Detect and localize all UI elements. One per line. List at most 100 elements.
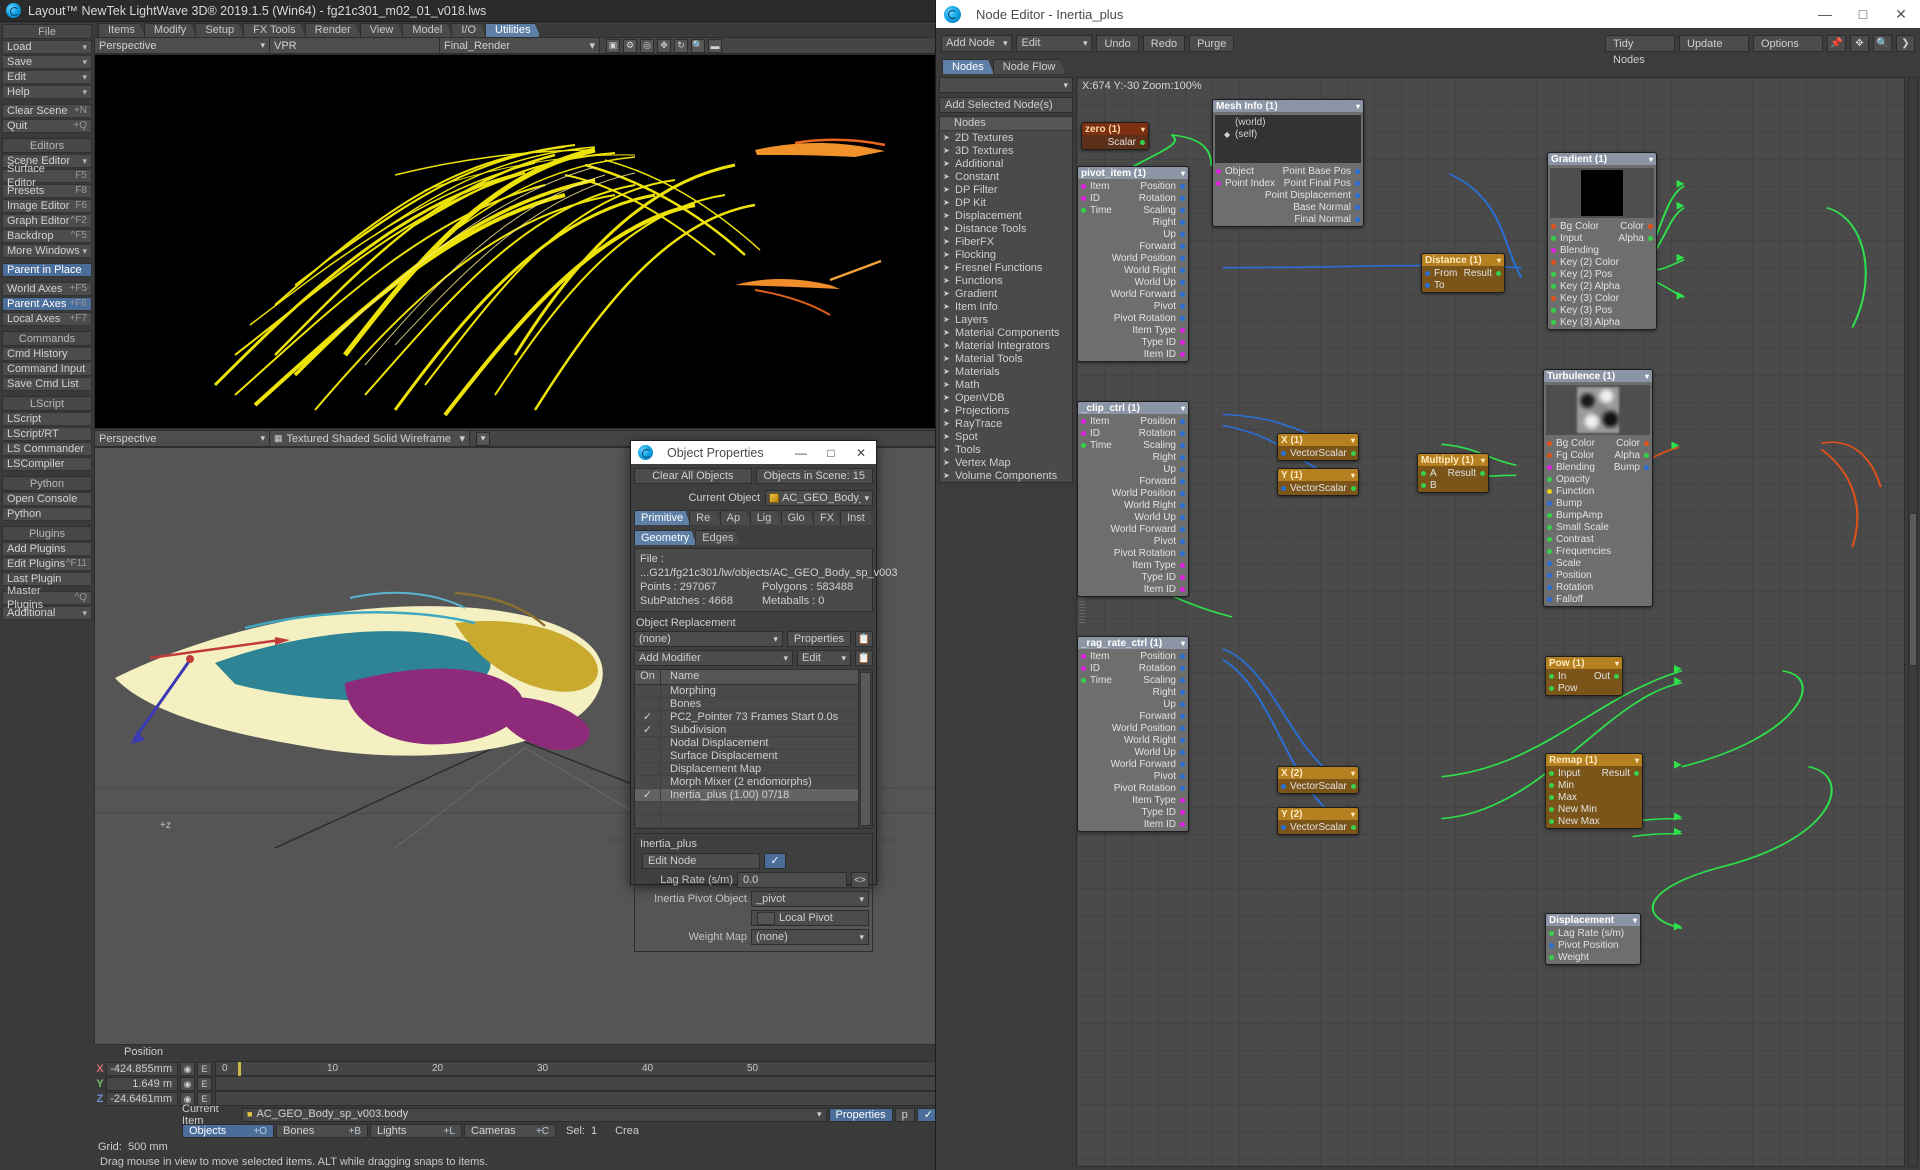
axis-key-icon[interactable]: ◉ — [180, 1076, 195, 1091]
timeline-track[interactable] — [215, 1091, 940, 1106]
menu-tab-view[interactable]: View — [360, 23, 404, 37]
axis-value-y[interactable]: 1.649 m — [106, 1076, 178, 1091]
node-port-id[interactable]: ID — [1081, 663, 1100, 674]
node-header[interactable]: Distance (1) ▾ — [1422, 254, 1504, 266]
zoom-icon[interactable]: 🔍 — [691, 38, 705, 53]
node-port-world-forward[interactable]: World Forward — [1078, 523, 1188, 535]
node-port-scalar[interactable]: Scalar — [1318, 448, 1356, 459]
maximize-button[interactable]: □ — [816, 441, 846, 464]
obj-tab-re-[interactable]: Re ... — [689, 510, 720, 525]
node-category-distance-tools[interactable]: ➤ Distance Tools — [940, 222, 1072, 235]
node-port-scalar[interactable]: Scalar — [1318, 483, 1356, 494]
menu-tab-render[interactable]: Render — [305, 23, 361, 37]
node-port-position[interactable]: Position — [1544, 569, 1652, 581]
graph-node-zero[interactable]: zero (1) ▾ Scalar — [1081, 122, 1149, 150]
gear-icon[interactable]: ⚙ — [623, 38, 637, 53]
sidebar-item-more-windows[interactable]: More Windows ▾ — [2, 244, 92, 258]
node-category-material-integrators[interactable]: ➤ Material Integrators — [940, 339, 1072, 352]
node-port-pivot-position[interactable]: Pivot Position — [1546, 939, 1640, 951]
node-category-flocking[interactable]: ➤ Flocking — [940, 248, 1072, 261]
sidebar-item-surface-editor[interactable]: Surface Editor F5 — [2, 163, 92, 189]
axis-envelope-icon[interactable]: E — [197, 1061, 212, 1076]
node-port-lag-rate-s-m-[interactable]: Lag Rate (s/m) — [1546, 927, 1640, 939]
node-port-scalar[interactable]: Scalar — [1318, 822, 1356, 833]
modifier-enabled-checkbox[interactable] — [635, 750, 661, 762]
obj-subtab-geometry[interactable]: Geometry — [634, 530, 696, 545]
viewport-top-render[interactable] — [94, 54, 940, 429]
sidebar-item-open-console[interactable]: Open Console — [2, 492, 92, 506]
node-port-bump[interactable]: Bump — [1544, 497, 1652, 509]
menu-tab-modify[interactable]: Modify — [144, 23, 196, 37]
node-port-pivot-rotation[interactable]: Pivot Rotation — [1078, 782, 1188, 794]
obj-subtab-edges[interactable]: Edges — [695, 530, 740, 545]
graph-node-turbulence[interactable]: Turbulence (1) ▾ Bg Color Color Fg Color Alph… — [1543, 369, 1653, 607]
obj-tab-fx[interactable]: FX — [813, 510, 841, 525]
node-port-bumpamp[interactable]: BumpAmp — [1544, 509, 1652, 521]
node-port-key-2-pos[interactable]: Key (2) Pos — [1548, 268, 1656, 280]
close-button[interactable]: ✕ — [846, 441, 876, 464]
node-category-fresnel-functions[interactable]: ➤ Fresnel Functions — [940, 261, 1072, 274]
node-port-weight[interactable]: Weight — [1546, 951, 1640, 963]
node-port-world-position[interactable]: World Position — [1078, 722, 1188, 734]
node-category-volume-components[interactable]: ➤ Volume Components — [940, 469, 1072, 482]
node-port-result[interactable]: Result — [1464, 268, 1501, 279]
node-category-functions[interactable]: ➤ Functions — [940, 274, 1072, 287]
node-port-type-id[interactable]: Type ID — [1078, 571, 1188, 583]
node-port-point-base-pos[interactable]: Point Base Pos — [1283, 166, 1360, 177]
target-icon[interactable]: ◎ — [640, 38, 654, 53]
node-port-input[interactable]: Input — [1551, 233, 1582, 244]
axis-value-z[interactable]: -24.6461mm — [106, 1091, 178, 1106]
node-category-constant[interactable]: ➤ Constant — [940, 170, 1072, 183]
node-category-materials[interactable]: ➤ Materials — [940, 365, 1072, 378]
sidebar-item-master-plugins[interactable]: Master Plugins ^Q — [2, 585, 92, 611]
maximize-button[interactable]: □ — [1844, 0, 1882, 28]
graph-node-clip_ctrl[interactable]: _clip_ctrl (1) ▾ Item Position ID Rotation Tim… — [1077, 401, 1189, 597]
node-port-color[interactable]: Color — [1620, 221, 1653, 232]
update-button[interactable]: Update — [1679, 34, 1749, 52]
node-port-item[interactable]: Item — [1081, 181, 1109, 192]
node-editor-tab-nodes[interactable]: Nodes — [942, 59, 994, 74]
node-port-pivot[interactable]: Pivot — [1078, 300, 1188, 312]
node-port-bump[interactable]: Bump — [1614, 462, 1649, 473]
node-port-small-scale[interactable]: Small Scale — [1544, 521, 1652, 533]
node-port-up[interactable]: Up — [1078, 698, 1188, 710]
graph-node-mesh_info[interactable]: Mesh Info (1) ▾ (world)(self) Object Point B… — [1212, 99, 1364, 227]
node-search-input[interactable]: ▾ — [939, 77, 1073, 93]
modifier-enabled-checkbox[interactable]: ✓ — [635, 711, 661, 723]
node-port-up[interactable]: Up — [1078, 228, 1188, 240]
node-category-material-components[interactable]: ➤ Material Components — [940, 326, 1072, 339]
node-port-position[interactable]: Position — [1140, 651, 1185, 662]
node-category-gradient[interactable]: ➤ Gradient — [940, 287, 1072, 300]
menu-tab-utilities[interactable]: Utilities — [485, 23, 540, 37]
mesh-mode-item[interactable]: (world) — [1219, 117, 1357, 129]
node-header[interactable]: Multiply (1) ▾ — [1418, 454, 1488, 466]
minimize-button[interactable]: — — [1806, 0, 1844, 28]
replacement-properties-button[interactable]: Properties — [786, 631, 851, 647]
obj-tab-glo-[interactable]: Glo ... — [781, 510, 814, 525]
node-port-rotation[interactable]: Rotation — [1139, 428, 1185, 439]
node-port-point-index[interactable]: Point Index — [1216, 178, 1275, 189]
node-port-max[interactable]: Max — [1546, 791, 1642, 803]
mesh-mode-item[interactable]: (self) — [1219, 129, 1357, 141]
table-row[interactable]: ✓ Subdivision — [635, 724, 858, 737]
mesh-mode-list[interactable]: (world)(self) — [1215, 115, 1361, 163]
graph-node-x1[interactable]: X (1) ▾ Vector Scalar — [1277, 433, 1359, 461]
modifier-enabled-checkbox[interactable]: ✓ — [635, 724, 661, 736]
node-port-object[interactable]: Object — [1216, 166, 1254, 177]
sidebar-item-local-axes[interactable]: Local Axes +F7 — [2, 312, 92, 326]
table-row[interactable]: Morph Mixer (2 endomorphs) — [635, 776, 858, 789]
node-header[interactable]: Mesh Info (1) ▾ — [1213, 100, 1363, 112]
modifier-enabled-checkbox[interactable] — [635, 763, 661, 775]
minimize-viewport-icon[interactable]: ▬ — [708, 38, 722, 53]
graph-node-remap[interactable]: Remap (1) ▾ Input Result Min Max New Min New Ma… — [1545, 753, 1643, 829]
close-button[interactable]: ✕ — [1882, 0, 1920, 28]
node-port-pow[interactable]: Pow — [1546, 682, 1622, 694]
rotate-icon[interactable]: ↻ — [674, 38, 688, 53]
node-port-min[interactable]: Min — [1546, 779, 1642, 791]
sidebar-item-help[interactable]: Help ▾ — [2, 85, 92, 99]
graph-node-x2[interactable]: X (2) ▾ Vector Scalar — [1277, 766, 1359, 794]
node-port-right[interactable]: Right — [1078, 686, 1188, 698]
node-port-to[interactable]: To — [1422, 279, 1504, 291]
node-port-scaling[interactable]: Scaling — [1143, 440, 1185, 451]
node-header[interactable]: Y (1) ▾ — [1278, 469, 1358, 481]
